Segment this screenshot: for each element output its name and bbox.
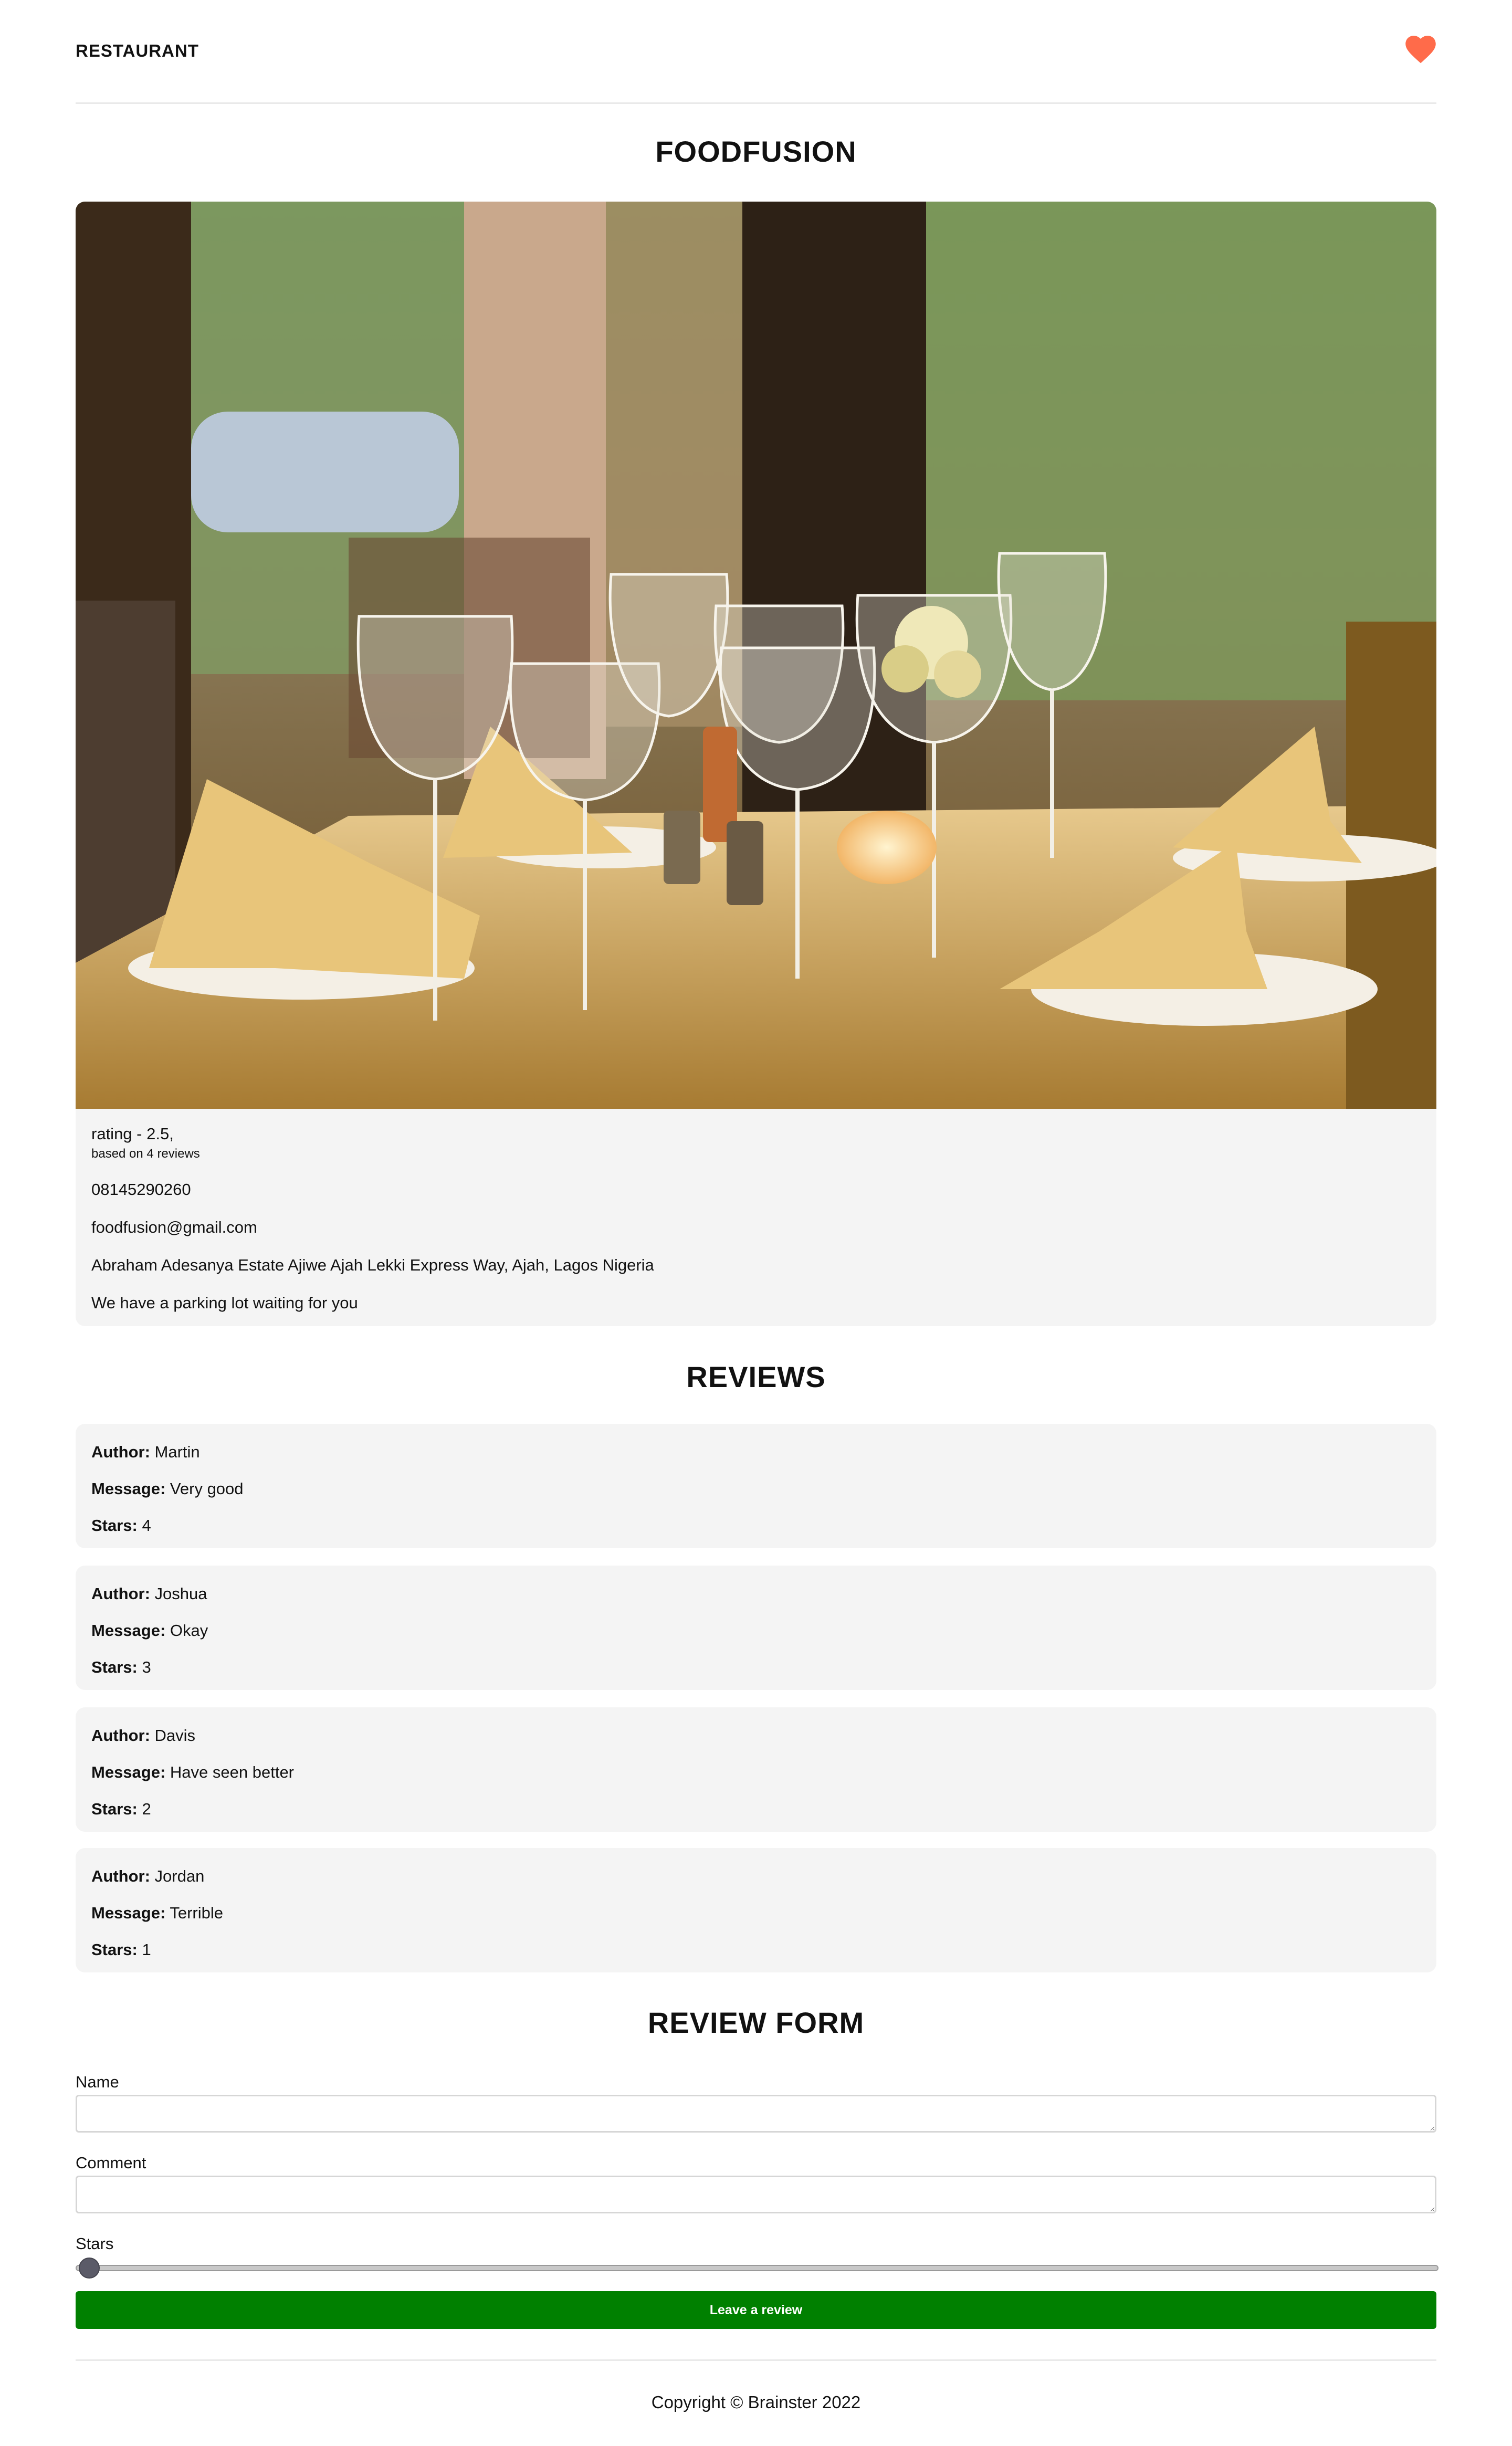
review-author: Martin (154, 1443, 200, 1461)
review-message: Very good (170, 1479, 244, 1498)
stars-label: Stars (76, 2234, 114, 2253)
rating-count: based on 4 reviews (91, 1147, 200, 1161)
review-stars: 4 (142, 1516, 151, 1535)
name-field[interactable] (76, 2095, 1436, 2133)
review-stars: 2 (142, 1800, 151, 1818)
review-form-title: REVIEW FORM (647, 2006, 865, 2039)
review-message: Okay (170, 1621, 208, 1640)
author-label: Author: (91, 1584, 150, 1603)
review-card: Author: Joshua Message: Okay Stars: 3 (76, 1566, 1436, 1690)
message-label: Message: (91, 1763, 166, 1781)
author-label: Author: (91, 1867, 150, 1885)
reviews-title: REVIEWS (686, 1360, 826, 1393)
review-message: Have seen better (170, 1763, 295, 1781)
leave-review-button[interactable]: Leave a review (76, 2291, 1436, 2329)
author-label: Author: (91, 1443, 150, 1461)
message-label: Message: (91, 1904, 166, 1922)
rating-text: rating - 2.5, (91, 1125, 174, 1143)
stars-label: Stars: (91, 1658, 138, 1676)
stars-label: Stars: (91, 1800, 138, 1818)
restaurant-card: rating - 2.5, based on 4 reviews 0814529… (76, 202, 1436, 1326)
restaurant-info: rating - 2.5, based on 4 reviews 0814529… (91, 1109, 1421, 1313)
review-stars: 3 (142, 1658, 151, 1676)
review-card: Author: Martin Message: Very good Stars:… (76, 1424, 1436, 1548)
name-label: Name (76, 2073, 119, 2091)
phone-number: 08145290260 (91, 1180, 191, 1199)
message-label: Message: (91, 1479, 166, 1498)
review-message: Terrible (170, 1904, 224, 1922)
review-author: Joshua (154, 1584, 207, 1603)
author-label: Author: (91, 1726, 150, 1745)
review-author: Davis (154, 1726, 196, 1745)
stars-slider[interactable] (76, 2265, 1438, 2271)
stars-slider-thumb[interactable] (79, 2258, 100, 2279)
comment-label: Comment (76, 2154, 146, 2172)
review-stars: 1 (142, 1940, 151, 1959)
message-label: Message: (91, 1621, 166, 1640)
stars-label: Stars: (91, 1940, 138, 1959)
review-card: Author: Jordan Message: Terrible Stars: … (76, 1848, 1436, 1972)
site-header: RESTAURANT (76, 0, 1436, 104)
review-author: Jordan (154, 1867, 205, 1885)
review-card: Author: Davis Message: Have seen better … (76, 1707, 1436, 1832)
brand-title[interactable]: RESTAURANT (76, 41, 199, 61)
heart-icon[interactable] (1405, 35, 1436, 64)
stars-label: Stars: (91, 1516, 138, 1535)
copyright-text: Copyright © Brainster 2022 (651, 2392, 861, 2412)
email-address: foodfusion@gmail.com (91, 1218, 257, 1236)
restaurant-name: FOODFUSION (655, 135, 857, 168)
restaurant-photo (76, 202, 1436, 1109)
street-address: Abraham Adesanya Estate Ajiwe Ajah Lekki… (91, 1256, 654, 1274)
parking-info: We have a parking lot waiting for you (91, 1294, 358, 1312)
comment-field[interactable] (76, 2176, 1436, 2213)
site-footer: Copyright © Brainster 2022 (76, 2359, 1436, 2446)
